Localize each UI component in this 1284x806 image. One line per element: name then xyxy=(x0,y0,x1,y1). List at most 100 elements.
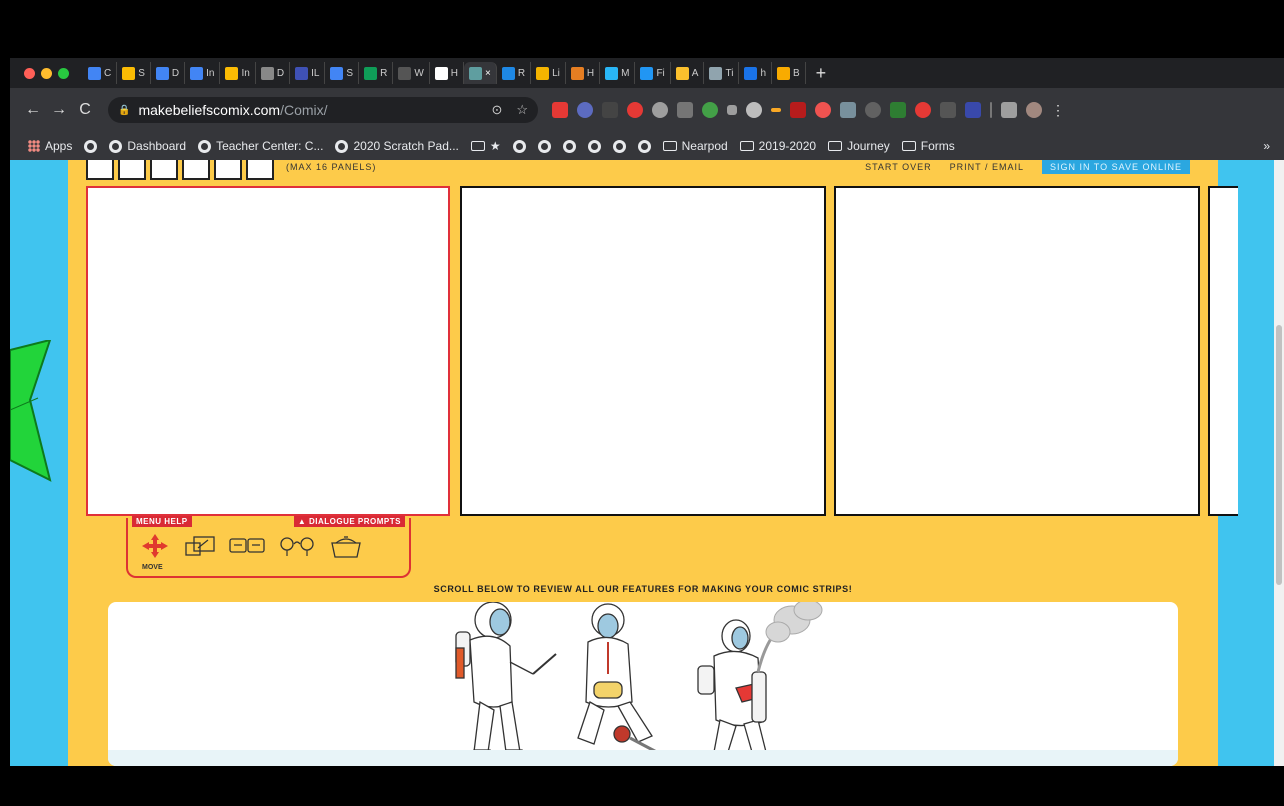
bookmark-item[interactable]: 2020 Scratch Pad... xyxy=(335,139,459,153)
panel-count-button[interactable] xyxy=(86,160,114,180)
trash-pot-icon[interactable] xyxy=(328,533,364,559)
browser-menu-icon[interactable]: ⋮ xyxy=(1051,102,1065,119)
tab-favicon-icon xyxy=(744,66,758,80)
new-tab-button[interactable]: + xyxy=(816,63,827,84)
browser-tab[interactable]: S xyxy=(117,62,151,84)
extension-icon[interactable] xyxy=(652,102,668,118)
page-scrollbar[interactable] xyxy=(1274,160,1284,766)
extension-icon[interactable] xyxy=(865,102,881,118)
panel-count-button[interactable] xyxy=(246,160,274,180)
browser-tab[interactable]: B xyxy=(772,62,806,84)
maximize-window-button[interactable] xyxy=(58,67,69,79)
panel-count-button[interactable] xyxy=(214,160,242,180)
browser-tab[interactable]: IL xyxy=(290,62,326,84)
extension-icon[interactable] xyxy=(746,102,762,118)
bookmark-item[interactable] xyxy=(84,139,98,153)
start-over-button[interactable]: START OVER xyxy=(865,162,932,172)
flip-character-icon[interactable] xyxy=(278,534,316,558)
window-controls xyxy=(24,67,69,79)
dialogue-prompts-button[interactable]: ▲ DIALOGUE PROMPTS xyxy=(293,516,405,527)
bookmark-apps[interactable]: Apps xyxy=(28,139,72,153)
browser-tab[interactable]: × xyxy=(464,62,497,84)
move-arrows-icon[interactable] xyxy=(138,532,172,560)
browser-tab[interactable]: W xyxy=(393,62,430,84)
browser-tab[interactable]: S xyxy=(325,62,360,84)
extension-icon[interactable] xyxy=(702,102,718,118)
bookmark-item[interactable] xyxy=(637,139,651,153)
browser-tab[interactable]: h xyxy=(739,62,772,84)
profile-avatar[interactable] xyxy=(1026,102,1042,118)
print-email-button[interactable]: PRINT / EMAIL xyxy=(950,162,1024,172)
forward-button[interactable]: → xyxy=(46,101,72,119)
menu-help-button[interactable]: MENU HELP xyxy=(132,516,192,527)
extension-icon[interactable] xyxy=(940,102,956,118)
layer-order-icon[interactable] xyxy=(228,534,266,558)
bookmark-item[interactable]: 2019-2020 xyxy=(739,139,816,153)
browser-tab[interactable]: H xyxy=(566,62,601,84)
browser-tab[interactable]: R xyxy=(497,62,532,84)
browser-tab[interactable]: D xyxy=(151,62,186,84)
back-button[interactable]: ← xyxy=(20,101,46,119)
extension-icon[interactable] xyxy=(890,102,906,118)
page-viewport: (MAX 16 PANELS) START OVER PRINT / EMAIL… xyxy=(10,160,1284,766)
tab-label: Fi xyxy=(656,67,665,79)
close-window-button[interactable] xyxy=(24,67,35,79)
bookmark-item[interactable]: Journey xyxy=(828,139,890,153)
panel-count-button[interactable] xyxy=(118,160,146,180)
browser-tab[interactable]: C xyxy=(83,62,118,84)
bookmark-item[interactable] xyxy=(612,139,626,153)
scrollbar-thumb[interactable] xyxy=(1276,325,1282,585)
comic-panel-2[interactable] xyxy=(460,186,826,516)
extension-icon[interactable] xyxy=(815,102,831,118)
extension-icon[interactable] xyxy=(677,102,693,118)
bookmark-item[interactable]: Nearpod xyxy=(662,139,728,153)
bookmark-item[interactable] xyxy=(562,139,576,153)
comic-panel-3[interactable] xyxy=(834,186,1200,516)
browser-tab[interactable]: Li xyxy=(531,62,566,84)
minimize-window-button[interactable] xyxy=(41,67,52,79)
reload-button[interactable]: C xyxy=(72,101,98,119)
bookmark-item[interactable]: Dashboard xyxy=(109,139,186,153)
browser-tab[interactable]: H xyxy=(430,62,464,84)
hazmat-characters-illustration xyxy=(455,602,823,760)
bookmark-item[interactable] xyxy=(587,139,601,153)
panel-count-button[interactable] xyxy=(150,160,178,180)
browser-tab[interactable]: Ti xyxy=(704,62,740,84)
extension-icon[interactable] xyxy=(840,102,856,118)
resize-icon[interactable] xyxy=(184,534,216,558)
bookmark-star-icon[interactable]: ☆ xyxy=(516,102,528,118)
bookmark-item[interactable]: Teacher Center: C... xyxy=(198,139,323,153)
bookmarks-overflow-button[interactable]: » xyxy=(1263,139,1270,153)
bookmark-item[interactable]: Forms xyxy=(901,139,955,153)
panel-count-toolbar: (MAX 16 PANELS) xyxy=(86,160,376,182)
extension-icon[interactable] xyxy=(790,102,806,118)
comic-panel-4[interactable] xyxy=(1208,186,1238,516)
extension-icon[interactable] xyxy=(627,102,643,118)
reading-list-icon[interactable] xyxy=(1001,102,1017,118)
install-icon[interactable]: ⊙ xyxy=(491,102,502,118)
bookmark-item[interactable] xyxy=(512,139,526,153)
url-bar[interactable]: 🔒 makebeliefscomix.com/Comix/ ⊙ ☆ xyxy=(108,97,538,123)
panel-count-button[interactable] xyxy=(182,160,210,180)
extension-icon[interactable] xyxy=(965,102,981,118)
browser-tab[interactable]: Fi xyxy=(635,62,671,84)
extension-icon[interactable] xyxy=(915,102,931,118)
browser-tab[interactable]: In xyxy=(185,62,221,84)
browser-tab[interactable]: D xyxy=(256,62,291,84)
tab-favicon-icon xyxy=(605,66,619,80)
sign-in-button[interactable]: SIGN IN TO SAVE ONLINE xyxy=(1041,160,1190,174)
extension-icon[interactable] xyxy=(727,105,737,115)
browser-tab[interactable]: In xyxy=(220,62,256,84)
extension-icon[interactable] xyxy=(602,102,618,118)
extension-icon[interactable] xyxy=(771,108,781,112)
extension-icon[interactable] xyxy=(552,102,568,118)
tab-favicon-icon xyxy=(434,66,448,80)
bookmark-item[interactable]: ★ xyxy=(470,139,501,153)
tab-favicon-icon xyxy=(469,66,482,80)
bookmark-item[interactable] xyxy=(537,139,551,153)
browser-tab[interactable]: M xyxy=(600,62,636,84)
browser-tab[interactable]: R xyxy=(359,62,394,84)
extension-icon[interactable] xyxy=(577,102,593,118)
browser-tab[interactable]: A xyxy=(671,62,705,84)
comic-panel-1[interactable] xyxy=(86,186,450,516)
